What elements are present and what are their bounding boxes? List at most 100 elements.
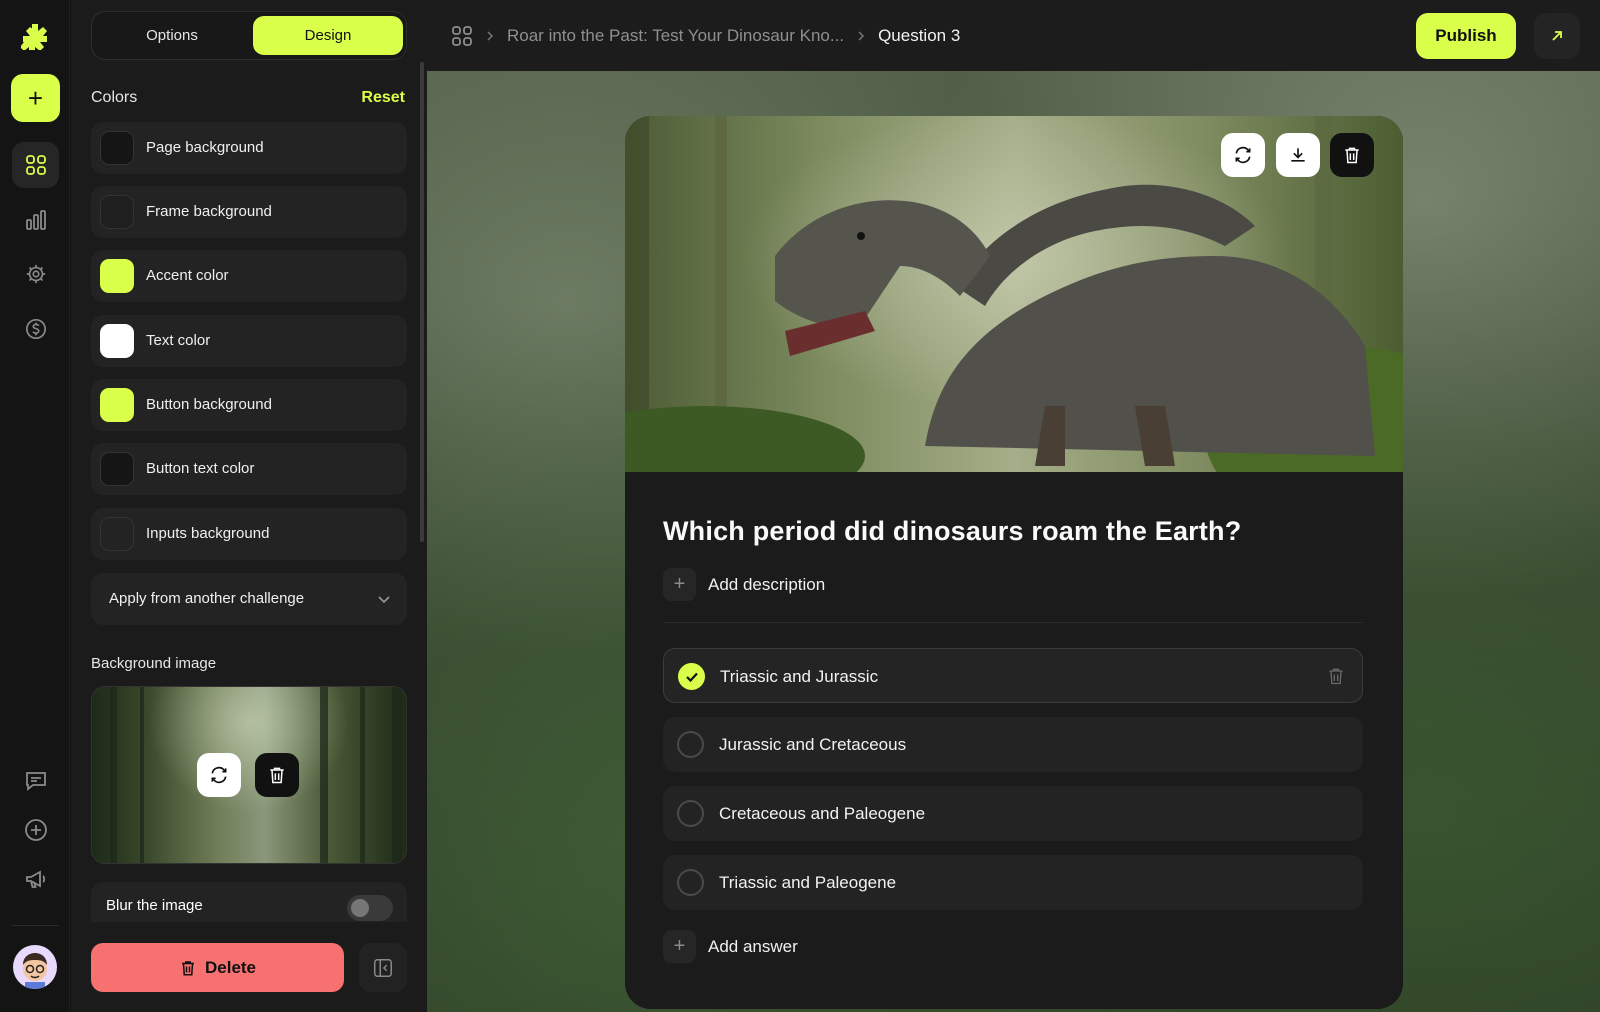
- breadcrumb: Roar into the Past: Test Your Dinosaur K…: [451, 0, 960, 71]
- dollar-icon: [25, 319, 46, 339]
- question-canvas: Roar into the Past: Test Your Dinosaur K…: [427, 0, 1600, 1012]
- answer-radio[interactable]: [677, 869, 704, 896]
- megaphone-icon: [25, 870, 45, 888]
- blur-image-toggle[interactable]: [347, 895, 393, 921]
- nav-announcements[interactable]: [12, 856, 59, 902]
- add-description-button[interactable]: + Add description: [663, 568, 825, 601]
- options-design-toggle: Options Design: [91, 11, 407, 60]
- color-row-text[interactable]: Text color: [91, 315, 407, 367]
- color-row-label: Inputs background: [146, 525, 270, 542]
- color-swatch[interactable]: [100, 517, 134, 551]
- create-button[interactable]: +: [11, 74, 60, 122]
- panel-scrollbar[interactable]: [420, 62, 424, 542]
- answer-radio[interactable]: [677, 800, 704, 827]
- remove-background-button[interactable]: [255, 753, 299, 797]
- delete-image-button[interactable]: [1330, 133, 1374, 177]
- answer-option[interactable]: Jurassic and Cretaceous: [663, 717, 1363, 772]
- colors-header: Colors: [91, 89, 138, 106]
- arrow-up-right-icon: [1552, 31, 1562, 41]
- answer-text[interactable]: Jurassic and Cretaceous: [719, 717, 906, 772]
- background-image-preview: [91, 686, 407, 864]
- color-row-label: Page background: [146, 139, 264, 156]
- color-swatch[interactable]: [100, 131, 134, 165]
- download-icon: [1291, 148, 1305, 162]
- replace-background-button[interactable]: [197, 753, 241, 797]
- regenerate-image-button[interactable]: [1221, 133, 1265, 177]
- add-answer-button[interactable]: + Add answer: [663, 930, 798, 963]
- design-panel: Options Design Colors Reset Page backgro…: [71, 0, 427, 1012]
- color-row-button-text[interactable]: Button text color: [91, 443, 407, 495]
- breadcrumb-challenge[interactable]: Roar into the Past: Test Your Dinosaur K…: [507, 26, 844, 46]
- bar-chart-icon: [25, 210, 46, 230]
- chevron-right-icon: [487, 30, 494, 41]
- publish-button[interactable]: Publish: [1416, 13, 1516, 59]
- answer-radio[interactable]: [677, 731, 704, 758]
- user-avatar[interactable]: [13, 945, 57, 989]
- color-row-label: Frame background: [146, 203, 272, 220]
- color-row-frame-background[interactable]: Frame background: [91, 186, 407, 238]
- color-swatch[interactable]: [100, 324, 134, 358]
- trash-icon: [181, 960, 194, 975]
- add-description-label: Add description: [708, 574, 826, 594]
- color-row-page-background[interactable]: Page background: [91, 122, 407, 174]
- nav-settings[interactable]: [12, 251, 59, 297]
- check-icon: [685, 672, 698, 682]
- rail-divider: [12, 925, 59, 926]
- nav-new[interactable]: [12, 807, 59, 853]
- top-bar: Roar into the Past: Test Your Dinosaur K…: [427, 0, 1600, 71]
- background-image-header: Background image: [91, 655, 217, 672]
- plus-icon: +: [663, 930, 696, 963]
- app-rail: +: [0, 0, 70, 1012]
- question-card: Which period did dinosaurs roam the Eart…: [625, 116, 1403, 1009]
- download-image-button[interactable]: [1276, 133, 1320, 177]
- color-row-label: Button text color: [146, 460, 255, 477]
- comment-icon: [25, 772, 46, 791]
- color-row-accent[interactable]: Accent color: [91, 250, 407, 302]
- color-swatch[interactable]: [100, 452, 134, 486]
- dropdown-label: Apply from another challenge: [109, 590, 305, 607]
- color-row-label: Text color: [146, 332, 211, 349]
- collapse-panel-button[interactable]: [359, 943, 407, 992]
- question-image: [625, 116, 1403, 472]
- grid-icon[interactable]: [451, 25, 473, 47]
- sidebar-collapse-icon: [374, 958, 392, 977]
- apply-from-challenge-dropdown[interactable]: Apply from another challenge: [91, 573, 407, 625]
- open-preview-button[interactable]: [1534, 13, 1580, 59]
- answer-text[interactable]: Cretaceous and Paleogene: [719, 786, 925, 841]
- nav-analytics[interactable]: [12, 197, 59, 243]
- color-swatch[interactable]: [100, 388, 134, 422]
- nav-feedback[interactable]: [12, 758, 59, 804]
- color-row-button-background[interactable]: Button background: [91, 379, 407, 431]
- tab-design[interactable]: Design: [253, 16, 403, 55]
- grid-icon: [25, 155, 46, 175]
- add-answer-label: Add answer: [708, 936, 798, 956]
- trash-icon: [270, 767, 284, 784]
- nav-billing[interactable]: [12, 306, 59, 352]
- trash-icon: [1345, 147, 1359, 164]
- answer-option[interactable]: Triassic and Jurassic: [663, 648, 1363, 703]
- panel-footer: Delete: [71, 922, 427, 1012]
- answer-option[interactable]: Triassic and Paleogene: [663, 855, 1363, 910]
- logo-icon[interactable]: [21, 22, 49, 50]
- answer-option[interactable]: Cretaceous and Paleogene: [663, 786, 1363, 841]
- nav-challenges[interactable]: [12, 142, 59, 188]
- reset-colors-link[interactable]: Reset: [361, 89, 405, 107]
- answer-text[interactable]: Triassic and Paleogene: [719, 855, 896, 910]
- correct-answer-check[interactable]: [678, 663, 705, 690]
- refresh-icon: [1235, 146, 1251, 164]
- answer-text[interactable]: Triassic and Jurassic: [720, 649, 878, 704]
- color-swatch[interactable]: [100, 195, 134, 229]
- divider: [663, 622, 1363, 623]
- color-row-label: Button background: [146, 396, 272, 413]
- chevron-right-icon: [858, 30, 865, 41]
- color-swatch[interactable]: [100, 259, 134, 293]
- color-row-label: Accent color: [146, 267, 229, 284]
- delete-question-button[interactable]: Delete: [91, 943, 344, 992]
- refresh-icon: [211, 766, 227, 784]
- color-row-inputs-background[interactable]: Inputs background: [91, 508, 407, 560]
- question-title[interactable]: Which period did dinosaurs roam the Eart…: [663, 516, 1241, 547]
- delete-label: Delete: [204, 957, 257, 977]
- tab-options[interactable]: Options: [96, 16, 248, 55]
- trash-icon[interactable]: [1326, 666, 1346, 686]
- plus-icon: +: [663, 568, 696, 601]
